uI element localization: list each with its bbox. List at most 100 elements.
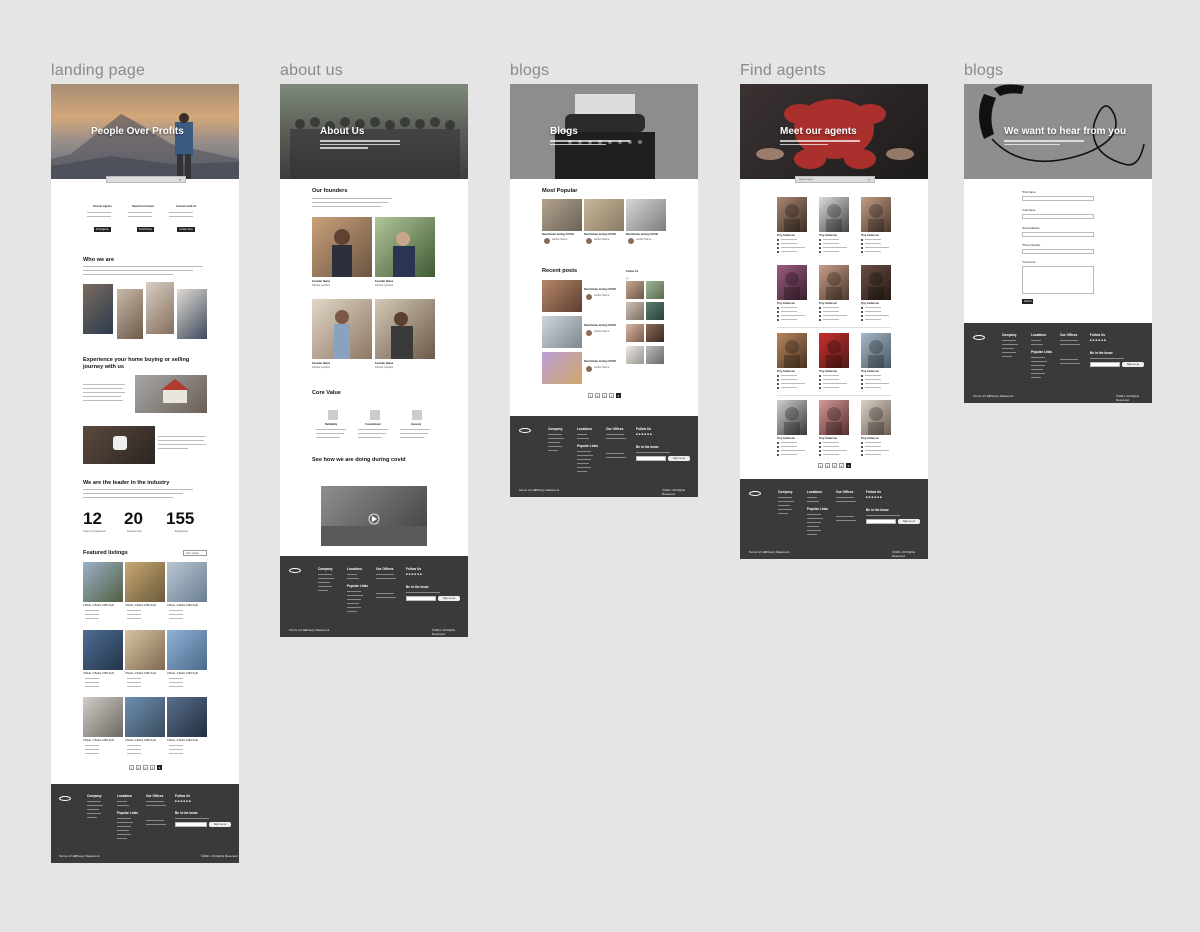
agent-photo[interactable] <box>777 333 807 368</box>
instagram-photo[interactable] <box>646 302 664 320</box>
listing-specs[interactable]: 3 Beds, 2 Baths 1080 SqFt <box>83 604 114 607</box>
listing-photo[interactable] <box>125 697 165 737</box>
agent-name[interactable]: Tiny Anderson <box>861 437 879 440</box>
find-homes-button[interactable]: Find Homes <box>137 227 154 232</box>
page-1[interactable]: 1 <box>818 463 823 468</box>
covid-video[interactable] <box>321 486 427 546</box>
popular-photo-3[interactable] <box>626 199 666 231</box>
agent-name[interactable]: Tiny Anderson <box>777 302 795 305</box>
agent-photo[interactable] <box>819 265 849 300</box>
recent-title-1[interactable]: Real Estate during COVID <box>584 288 616 291</box>
page-5[interactable]: 5 <box>616 393 621 398</box>
listing-photo[interactable] <box>125 562 165 602</box>
footer-privacy[interactable]: Privacy Statement <box>75 854 99 858</box>
listing-specs[interactable]: 3 Beds, 2 Baths 1080 SqFt <box>125 604 156 607</box>
page-2[interactable]: 2 <box>136 765 141 770</box>
listing-photo[interactable] <box>83 562 123 602</box>
page-4[interactable]: 4 <box>609 393 614 398</box>
popular-title-2[interactable]: Real Estate during COVID <box>584 233 616 236</box>
social-icons[interactable]: ■■■■■■ <box>866 495 883 499</box>
listing-photo[interactable] <box>167 630 207 670</box>
listing-specs[interactable]: 3 Beds, 2 Baths 1080 SqFt <box>125 672 156 675</box>
footer-email-input[interactable] <box>866 519 896 524</box>
listing-photo[interactable] <box>167 562 207 602</box>
footer-email-input[interactable] <box>636 456 666 461</box>
social-icons[interactable]: ■■■■■■ <box>636 432 653 436</box>
agent-name[interactable]: Tiny Anderson <box>819 302 837 305</box>
agent-photo[interactable] <box>819 333 849 368</box>
listing-specs[interactable]: 3 Beds, 2 Baths 1080 SqFt <box>167 739 198 742</box>
agent-photo[interactable] <box>861 333 891 368</box>
agent-name[interactable]: Tiny Anderson <box>861 302 879 305</box>
social-icons[interactable]: ■■■■■■ <box>175 799 192 803</box>
sort-dropdown[interactable]: Sort: Latest <box>183 550 207 556</box>
contact-now-button[interactable]: Contact Now <box>177 227 195 232</box>
social-icons[interactable]: ■■■■■■ <box>406 572 423 576</box>
listing-photo[interactable] <box>125 630 165 670</box>
recent-title-3[interactable]: Real Estate during COVID <box>584 360 616 363</box>
listing-specs[interactable]: 3 Beds, 2 Baths 1080 SqFt <box>167 604 198 607</box>
comments-textarea[interactable] <box>1022 266 1094 294</box>
footer-email-input[interactable] <box>175 822 207 827</box>
agent-name[interactable]: Tiny Anderson <box>777 437 795 440</box>
footer-signup-button[interactable]: Sign me up <box>898 519 920 524</box>
agent-name[interactable]: Tiny Anderson <box>861 370 879 373</box>
listing-specs[interactable]: 3 Beds, 2 Baths 1080 SqFt <box>125 739 156 742</box>
footer-email-input[interactable] <box>1090 362 1120 367</box>
recent-photo-2[interactable] <box>542 316 582 348</box>
footer-privacy[interactable]: Privacy Statement <box>765 550 789 554</box>
instagram-photo[interactable] <box>626 281 644 299</box>
page-1[interactable]: 1 <box>129 765 134 770</box>
instagram-photo[interactable] <box>626 302 644 320</box>
footer-signup-button[interactable]: Sign me up <box>209 822 231 827</box>
find-agents-button[interactable]: Find Agents <box>94 227 111 232</box>
page-3[interactable]: 3 <box>602 393 607 398</box>
agent-name[interactable]: Tiny Anderson <box>819 234 837 237</box>
page-5[interactable]: 5 <box>157 765 162 770</box>
recent-photo-1[interactable] <box>542 280 582 312</box>
search-icon[interactable]: ⌕ <box>868 177 870 182</box>
popular-photo-1[interactable] <box>542 199 582 231</box>
first-name-input[interactable] <box>1022 196 1094 201</box>
phone-input[interactable] <box>1022 249 1094 254</box>
agent-name[interactable]: Tiny Anderson <box>777 370 795 373</box>
listing-specs[interactable]: 3 Beds, 2 Baths 1080 SqFt <box>167 672 198 675</box>
email-input[interactable] <box>1022 232 1094 237</box>
agent-name[interactable]: Tiny Anderson <box>819 370 837 373</box>
page-5[interactable]: 5 <box>846 463 851 468</box>
footer-signup-button[interactable]: Sign me up <box>668 456 690 461</box>
social-icons[interactable]: ■■■■■■ <box>1090 338 1107 342</box>
footer-signup-button[interactable]: Sign me up <box>438 596 460 601</box>
page-2[interactable]: 2 <box>825 463 830 468</box>
agent-photo[interactable] <box>861 197 891 232</box>
page-3[interactable]: 3 <box>832 463 837 468</box>
instagram-photo[interactable] <box>626 346 644 364</box>
page-2[interactable]: 2 <box>595 393 600 398</box>
instagram-photo[interactable] <box>646 281 664 299</box>
agent-photo[interactable] <box>819 400 849 435</box>
listing-photo[interactable] <box>167 697 207 737</box>
page-1[interactable]: 1 <box>588 393 593 398</box>
agent-search-input[interactable]: Search agent <box>795 176 875 183</box>
footer-signup-button[interactable]: Sign me up <box>1122 362 1144 367</box>
recent-photo-3[interactable] <box>542 352 582 384</box>
listing-specs[interactable]: 3 Beds, 2 Baths 1080 SqFt <box>83 672 114 675</box>
last-name-input[interactable] <box>1022 214 1094 219</box>
agent-photo[interactable] <box>861 265 891 300</box>
page-3[interactable]: 3 <box>143 765 148 770</box>
footer-privacy[interactable]: Privacy Statement <box>989 394 1013 398</box>
agent-photo[interactable] <box>777 197 807 232</box>
agent-photo[interactable] <box>777 400 807 435</box>
agent-name[interactable]: Tiny Anderson <box>861 234 879 237</box>
recent-title-2[interactable]: Real Estate during COVID <box>584 324 616 327</box>
instagram-photo[interactable] <box>626 324 644 342</box>
submit-button[interactable]: Submit <box>1022 299 1034 304</box>
listing-specs[interactable]: 3 Beds, 2 Baths 1080 SqFt <box>83 739 114 742</box>
agent-name[interactable]: Tiny Anderson <box>819 437 837 440</box>
footer-privacy[interactable]: Privacy Statement <box>305 628 329 632</box>
landing-search-input[interactable] <box>106 176 186 183</box>
footer-email-input[interactable] <box>406 596 436 601</box>
search-icon[interactable]: ⌕ <box>179 177 181 182</box>
agent-photo[interactable] <box>777 265 807 300</box>
page-4[interactable]: 4 <box>150 765 155 770</box>
